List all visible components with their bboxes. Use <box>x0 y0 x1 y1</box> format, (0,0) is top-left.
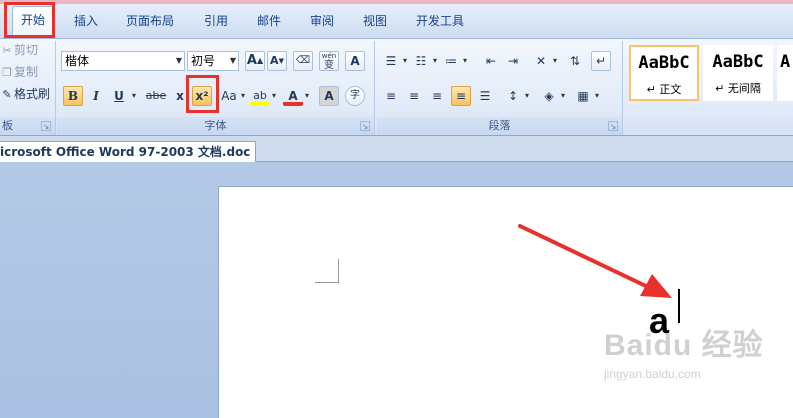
watermark-main: Baidu 经验 <box>604 329 764 362</box>
annotation-arrow-shaft <box>518 224 652 290</box>
watermark: Baidu 经验 jingyan.baidu.com <box>604 320 764 390</box>
watermark-url: jingyan.baidu.com <box>604 367 701 381</box>
